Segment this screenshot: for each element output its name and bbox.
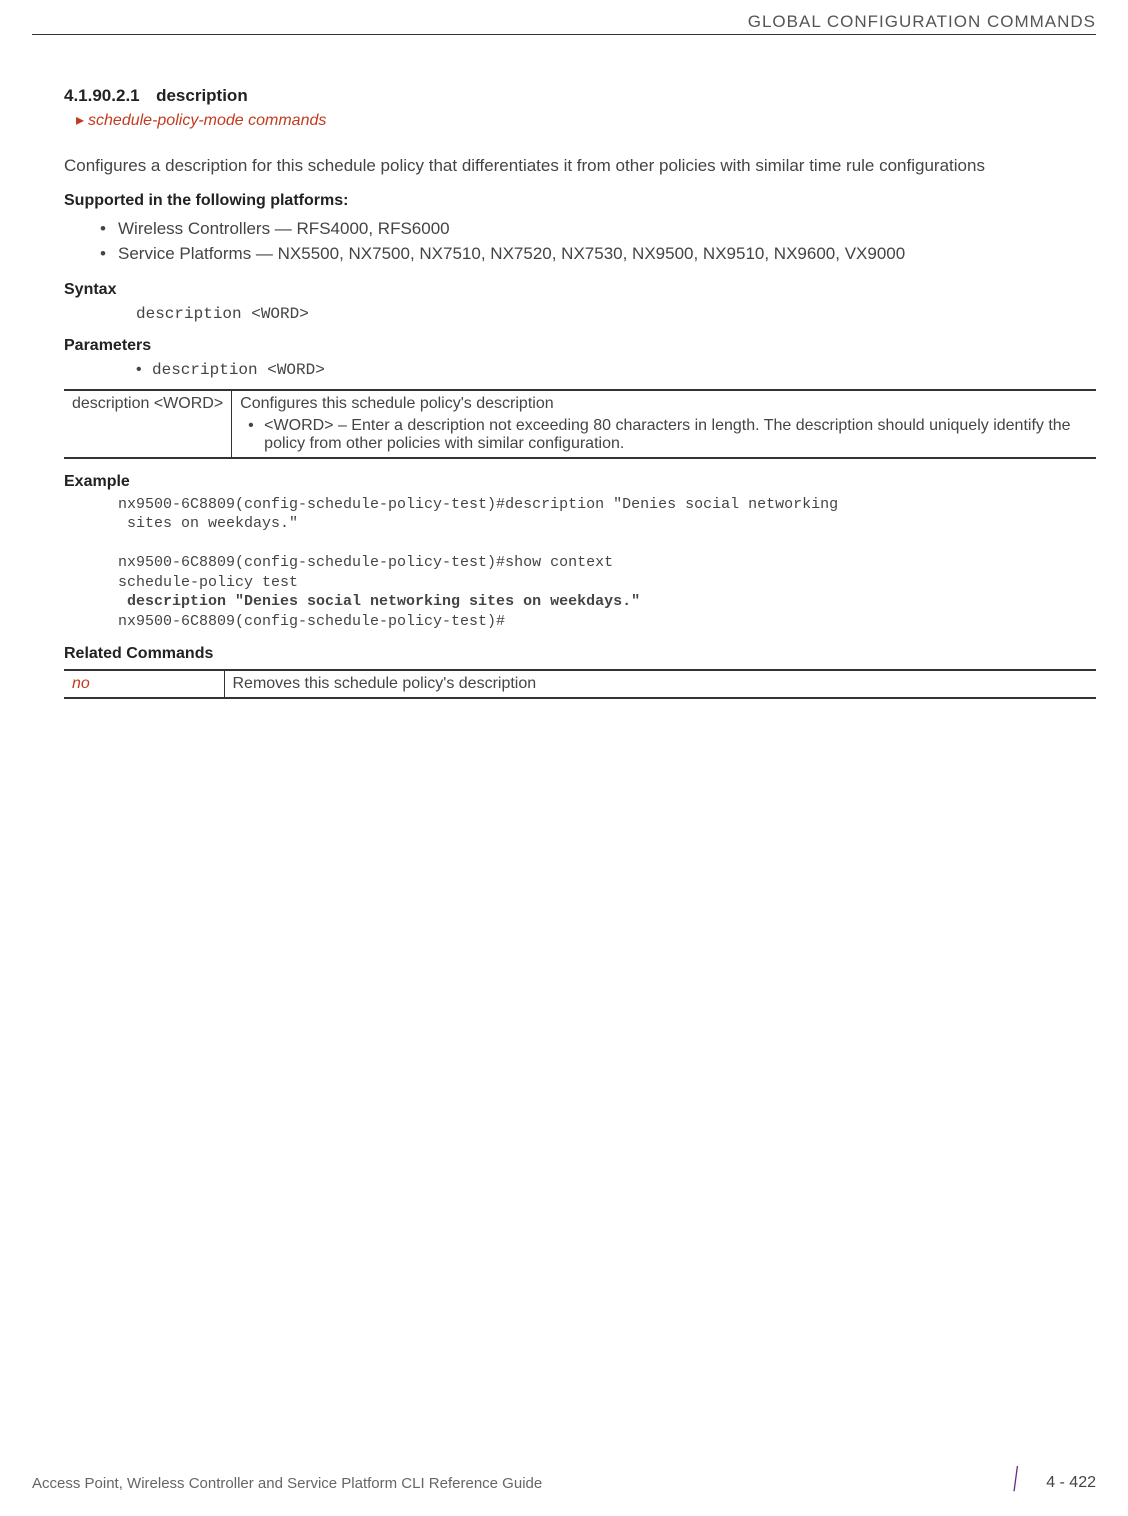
related-command-cell[interactable]: no	[64, 670, 224, 698]
section-title: description	[156, 86, 248, 106]
parameters-code: description <WORD>	[152, 361, 1096, 379]
related-desc-cell: Removes this schedule policy's descripti…	[224, 670, 1096, 698]
param-bullet: <WORD> – Enter a description not exceedi…	[240, 417, 1088, 453]
code-line: schedule-policy test	[118, 574, 298, 591]
page-content: 4.1.90.2.1 description ▸schedule-policy-…	[64, 86, 1096, 699]
param-desc-cell: Configures this schedule policy's descri…	[232, 390, 1096, 458]
header-category: GLOBAL CONFIGURATION COMMANDS	[748, 12, 1096, 32]
syntax-code: description <WORD>	[136, 305, 1096, 323]
header-divider	[32, 34, 1096, 35]
param-desc-text: Configures this schedule policy's descri…	[240, 395, 553, 412]
table-row: no Removes this schedule policy's descri…	[64, 670, 1096, 698]
param-name-cell: description <WORD>	[64, 390, 232, 458]
code-line: nx9500-6C8809(config-schedule-policy-tes…	[118, 613, 505, 630]
syntax-heading: Syntax	[64, 281, 1096, 299]
parameters-table: description <WORD> Configures this sched…	[64, 389, 1096, 459]
page-footer: Access Point, Wireless Controller and Se…	[32, 1474, 1096, 1492]
supported-heading: Supported in the following platforms:	[64, 192, 1096, 210]
breadcrumb-text: schedule-policy-mode commands	[88, 112, 326, 129]
list-item: Service Platforms — NX5500, NX7500, NX75…	[64, 241, 1096, 267]
code-line: nx9500-6C8809(config-schedule-policy-tes…	[118, 496, 838, 513]
related-commands-table: no Removes this schedule policy's descri…	[64, 669, 1096, 699]
supported-list: Wireless Controllers — RFS4000, RFS6000 …	[64, 216, 1096, 267]
related-heading: Related Commands	[64, 645, 1096, 663]
parameters-heading: Parameters	[64, 337, 1096, 355]
section-heading: 4.1.90.2.1 description	[64, 86, 1096, 106]
code-line: sites on weekdays."	[118, 515, 298, 532]
table-row: description <WORD> Configures this sched…	[64, 390, 1096, 458]
section-number: 4.1.90.2.1	[64, 86, 140, 106]
footer-page-number: 4 - 422	[1046, 1474, 1096, 1492]
breadcrumb[interactable]: ▸schedule-policy-mode commands	[76, 110, 1096, 130]
code-line-bold: description "Denies social networking si…	[118, 593, 640, 610]
breadcrumb-arrow-icon: ▸	[76, 112, 84, 129]
intro-text: Configures a description for this schedu…	[64, 154, 1096, 178]
example-heading: Example	[64, 473, 1096, 491]
footer-text: Access Point, Wireless Controller and Se…	[32, 1475, 542, 1492]
list-item: Wireless Controllers — RFS4000, RFS6000	[64, 216, 1096, 242]
code-line: nx9500-6C8809(config-schedule-policy-tes…	[118, 554, 613, 571]
example-code-block: nx9500-6C8809(config-schedule-policy-tes…	[118, 495, 1096, 632]
